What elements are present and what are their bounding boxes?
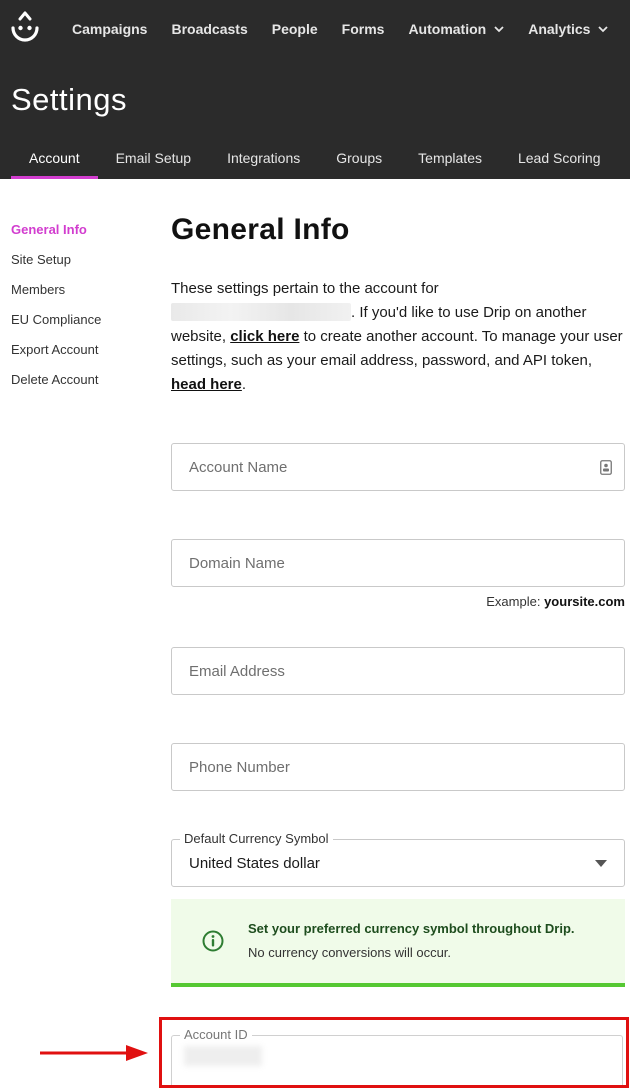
tab-groups[interactable]: Groups: [318, 136, 400, 179]
nav-label: Campaigns: [72, 21, 148, 37]
general-info-section: General Info These settings pertain to t…: [171, 213, 626, 393]
nav-label: People: [271, 21, 318, 37]
drip-logo-icon[interactable]: [10, 11, 40, 47]
notice-title: Set your preferred currency symbol throu…: [248, 921, 575, 936]
contact-card-icon: [600, 460, 612, 475]
tab-email-setup[interactable]: Email Setup: [98, 136, 209, 179]
top-header: Campaigns Broadcasts People Forms Automa…: [0, 0, 630, 179]
side-item-members[interactable]: Members: [11, 282, 101, 312]
account-name-field: [171, 443, 625, 491]
click-here-link[interactable]: click here: [230, 328, 299, 345]
annotation-arrow-icon: [40, 1045, 148, 1061]
chevron-down-icon: [598, 26, 609, 33]
side-item-delete-account[interactable]: Delete Account: [11, 372, 101, 402]
chevron-down-icon: [494, 26, 504, 33]
side-item-general-info[interactable]: General Info: [11, 222, 101, 252]
currency-value: United States dollar: [189, 855, 320, 872]
tab-integrations[interactable]: Integrations: [209, 136, 318, 179]
intro-part: .: [241, 376, 247, 393]
head-here-link[interactable]: head here: [171, 376, 242, 393]
domain-name-field: [171, 539, 625, 587]
settings-side-menu: General Info Site Setup Members EU Compl…: [11, 222, 101, 402]
side-item-export-account[interactable]: Export Account: [11, 342, 101, 372]
nav-automation[interactable]: Automation: [408, 21, 504, 37]
nav-label: Analytics: [528, 21, 591, 37]
side-item-eu-compliance[interactable]: EU Compliance: [11, 312, 101, 342]
example-prefix: Example:: [486, 594, 545, 609]
currency-legend: Default Currency Symbol: [180, 831, 333, 846]
settings-tabs: Account Email Setup Integrations Groups …: [0, 136, 619, 179]
tab-templates[interactable]: Templates: [400, 136, 500, 179]
page-title: Settings: [11, 82, 128, 117]
nav-people[interactable]: People: [272, 21, 318, 37]
caret-down-icon: [595, 860, 607, 867]
redacted-domain: [171, 303, 351, 321]
tab-lead-scoring[interactable]: Lead Scoring: [500, 136, 619, 179]
nav-label: Automation: [408, 21, 487, 37]
currency-select[interactable]: Default Currency Symbol United States do…: [171, 831, 625, 887]
nav-label: Forms: [341, 21, 385, 37]
nav-label: Broadcasts: [171, 21, 248, 37]
phone-number-input[interactable]: [172, 744, 624, 790]
notice-body: No currency conversions will occur.: [248, 945, 452, 960]
nav-analytics[interactable]: Analytics: [528, 21, 609, 37]
intro-text: These settings pertain to the account fo…: [171, 277, 626, 397]
primary-nav: Campaigns Broadcasts People Forms Automa…: [60, 0, 620, 58]
domain-name-input[interactable]: [172, 540, 624, 586]
nav-campaigns[interactable]: Campaigns: [72, 21, 147, 37]
nav-broadcasts[interactable]: Broadcasts: [171, 21, 247, 37]
tab-account[interactable]: Account: [0, 136, 98, 179]
annotation-highlight-box: [159, 1017, 629, 1088]
email-address-input[interactable]: [172, 648, 624, 694]
example-value: yoursite.com: [544, 594, 625, 609]
section-heading: General Info: [171, 213, 350, 246]
domain-example: Example: yoursite.com: [171, 594, 625, 609]
phone-number-field: [171, 743, 625, 791]
account-name-input[interactable]: [172, 444, 624, 490]
nav-forms[interactable]: Forms: [342, 21, 385, 37]
intro-part: These settings pertain to the account fo…: [171, 280, 439, 297]
side-item-site-setup[interactable]: Site Setup: [11, 252, 101, 282]
info-icon: [202, 930, 224, 952]
email-address-field: [171, 647, 625, 695]
currency-notice: Set your preferred currency symbol throu…: [171, 899, 625, 987]
